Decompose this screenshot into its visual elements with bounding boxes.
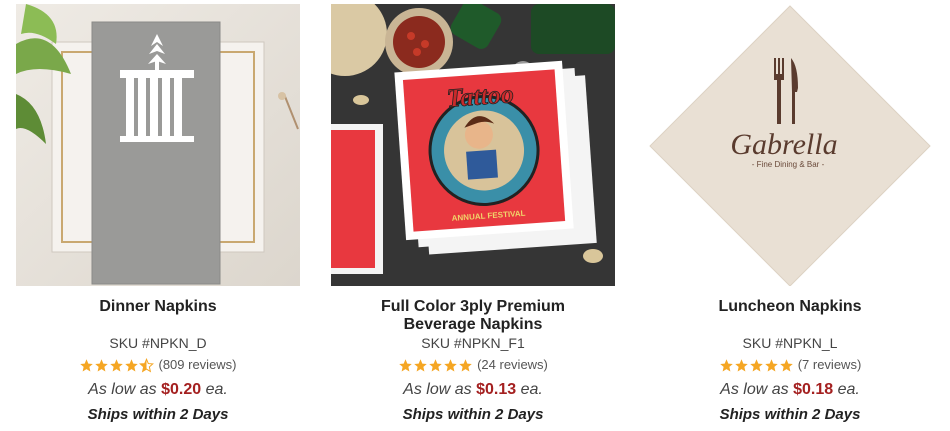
price-value: $0.13 — [476, 381, 517, 398]
price-suffix: ea. — [837, 381, 860, 398]
napkin-print-title: Gabrella — [730, 128, 837, 161]
star-full-icon — [429, 358, 442, 371]
star-full-icon — [459, 358, 472, 371]
reviews-link[interactable]: (24 reviews) — [477, 356, 548, 374]
star-full-icon — [444, 358, 457, 371]
product-card-dinner-napkins: Dinner Napkins SKU #NPKN_D (809 reviews)… — [16, 4, 300, 425]
product-title[interactable]: Luncheon Napkins — [648, 298, 932, 334]
price-line: As low as $0.20 ea. — [16, 380, 300, 400]
reviews-link[interactable]: (7 reviews) — [798, 356, 862, 374]
price-prefix: As low as — [403, 381, 472, 398]
product-sku: SKU #NPKN_D — [109, 335, 207, 351]
shipping-info: Ships within 2 Days — [87, 406, 229, 423]
price-line: As low as $0.18 ea. — [648, 380, 932, 400]
product-card-beverage-napkins: Tattoo ANNUAL FESTIVAL Full Color 3ply P… — [331, 4, 615, 425]
product-rating: (809 reviews) — [16, 356, 300, 374]
star-full-icon — [125, 358, 139, 371]
rating-stars — [398, 358, 473, 373]
price-value: $0.18 — [793, 381, 834, 398]
product-sku: SKU #NPKN_F1 — [421, 335, 525, 351]
rating-stars — [719, 358, 794, 373]
price-prefix: As low as — [720, 381, 789, 398]
product-rating: (24 reviews) — [331, 356, 615, 374]
product-sku: SKU #NPKN_L — [742, 335, 838, 351]
star-full-icon — [399, 358, 412, 371]
star-full-icon — [734, 358, 748, 371]
price-prefix: As low as — [88, 381, 157, 398]
product-title[interactable]: Full Color 3ply Premium Beverage Napkins — [331, 298, 615, 334]
product-image-beverage-napkins[interactable]: Tattoo ANNUAL FESTIVAL — [331, 4, 615, 286]
star-full-icon — [414, 358, 427, 371]
price-value: $0.20 — [161, 381, 202, 398]
star-full-icon — [110, 358, 124, 371]
product-card-luncheon-napkins: Gabrella - Fine Dining & Bar - Luncheon … — [648, 4, 932, 425]
price-suffix: ea. — [520, 381, 543, 398]
star-full-icon — [95, 358, 109, 371]
shipping-info: Ships within 2 Days — [402, 406, 544, 423]
product-rating: (7 reviews) — [648, 356, 932, 374]
product-grid: Dinner Napkins SKU #NPKN_D (809 reviews)… — [0, 0, 950, 431]
shipping-info: Ships within 2 Days — [719, 406, 861, 423]
star-full-icon — [80, 358, 94, 371]
price-line: As low as $0.13 ea. — [331, 380, 615, 400]
star-full-icon — [764, 358, 778, 371]
rating-stars — [79, 357, 155, 373]
napkin-print-title: Tattoo — [446, 79, 515, 113]
star-full-icon — [749, 358, 763, 371]
product-title[interactable]: Dinner Napkins — [16, 298, 300, 334]
star-full-icon — [779, 358, 793, 371]
star-full-icon — [719, 358, 733, 371]
price-suffix: ea. — [205, 381, 228, 398]
product-image-dinner-napkins[interactable] — [16, 4, 300, 286]
star-half-icon — [139, 357, 155, 372]
napkin-print-subtitle: - Fine Dining & Bar - — [752, 160, 825, 169]
reviews-link[interactable]: (809 reviews) — [158, 356, 236, 374]
product-image-luncheon-napkins[interactable]: Gabrella - Fine Dining & Bar - — [648, 4, 932, 286]
